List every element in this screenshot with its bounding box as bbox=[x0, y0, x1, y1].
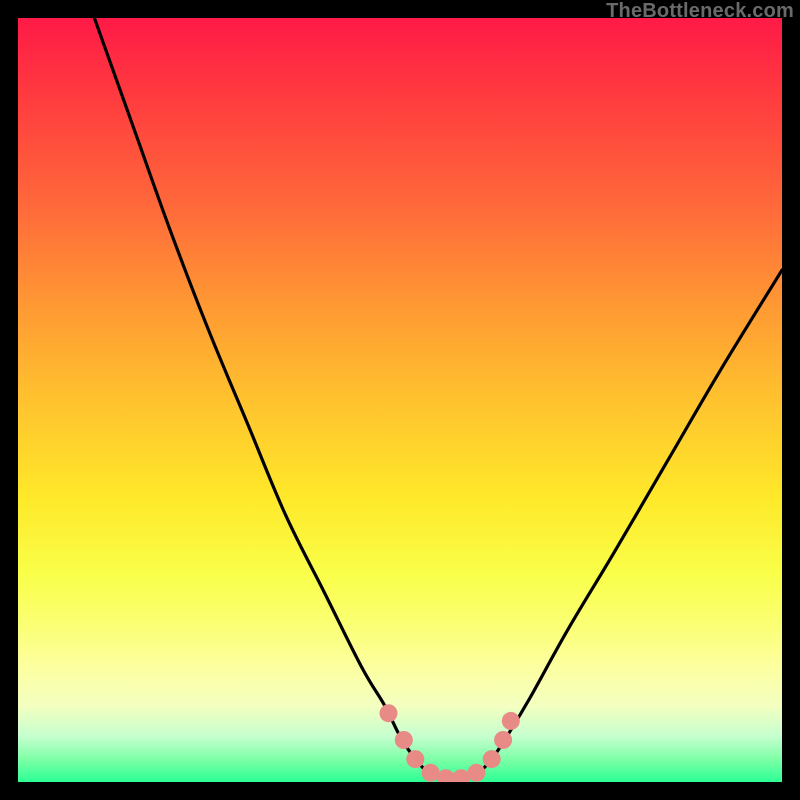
marker-dot bbox=[437, 769, 455, 782]
marker-dot bbox=[380, 704, 398, 722]
marker-dot bbox=[467, 764, 485, 782]
plot-area bbox=[18, 18, 782, 782]
marker-dot bbox=[395, 731, 413, 749]
outer-frame: TheBottleneck.com bbox=[0, 0, 800, 800]
marker-dot bbox=[406, 750, 424, 768]
marker-dot bbox=[502, 712, 520, 730]
marker-dot bbox=[494, 731, 512, 749]
marker-dot bbox=[452, 769, 470, 782]
curve-path bbox=[18, 18, 782, 780]
marker-group bbox=[380, 704, 520, 782]
bottleneck-curve bbox=[18, 18, 782, 780]
curve-layer bbox=[18, 18, 782, 782]
marker-dot bbox=[483, 750, 501, 768]
watermark-text: TheBottleneck.com bbox=[606, 0, 794, 23]
